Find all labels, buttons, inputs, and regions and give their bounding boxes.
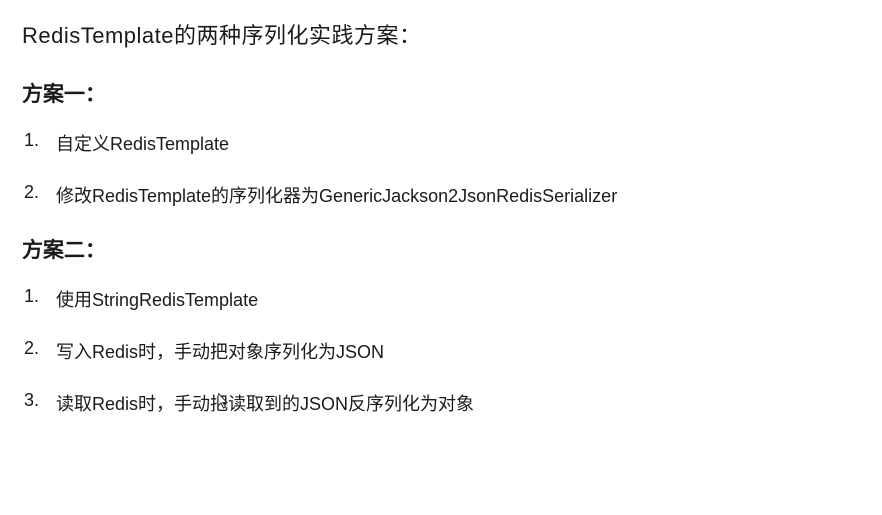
list-item: 2. 修改RedisTemplate的序列化器为GenericJackson2J… bbox=[22, 182, 860, 208]
list-text: 修改RedisTemplate的序列化器为GenericJackson2Json… bbox=[56, 182, 860, 208]
list-number: 3. bbox=[22, 390, 56, 411]
list-number: 1. bbox=[22, 286, 56, 307]
list-item: 2. 写入Redis时，手动把对象序列化为JSON bbox=[22, 338, 860, 364]
list-text: 自定义RedisTemplate bbox=[56, 130, 860, 156]
ordered-list: 1. 自定义RedisTemplate 2. 修改RedisTemplate的序… bbox=[22, 130, 860, 208]
list-text: 读取Redis时，手动把读取到的JSON反序列化为对象 bbox=[56, 390, 860, 416]
list-item: 1. 自定义RedisTemplate bbox=[22, 130, 860, 156]
list-item: 3. 读取Redis时，手动把读取到的JSON反序列化为对象 bbox=[22, 390, 860, 416]
list-item: 1. 使用StringRedisTemplate bbox=[22, 286, 860, 312]
document-title: RedisTemplate的两种序列化实践方案： bbox=[22, 18, 860, 50]
list-text: 写入Redis时，手动把对象序列化为JSON bbox=[56, 338, 860, 364]
list-number: 2. bbox=[22, 182, 56, 203]
list-number: 2. bbox=[22, 338, 56, 359]
section-heading: 方案二： bbox=[22, 234, 860, 264]
ordered-list: 1. 使用StringRedisTemplate 2. 写入Redis时，手动把… bbox=[22, 286, 860, 416]
list-number: 1. bbox=[22, 130, 56, 151]
section-heading: 方案一： bbox=[22, 78, 860, 108]
section-scheme-two: 方案二： 1. 使用StringRedisTemplate 2. 写入Redis… bbox=[22, 234, 860, 416]
section-scheme-one: 方案一： 1. 自定义RedisTemplate 2. 修改RedisTempl… bbox=[22, 78, 860, 208]
list-text: 使用StringRedisTemplate bbox=[56, 286, 860, 312]
